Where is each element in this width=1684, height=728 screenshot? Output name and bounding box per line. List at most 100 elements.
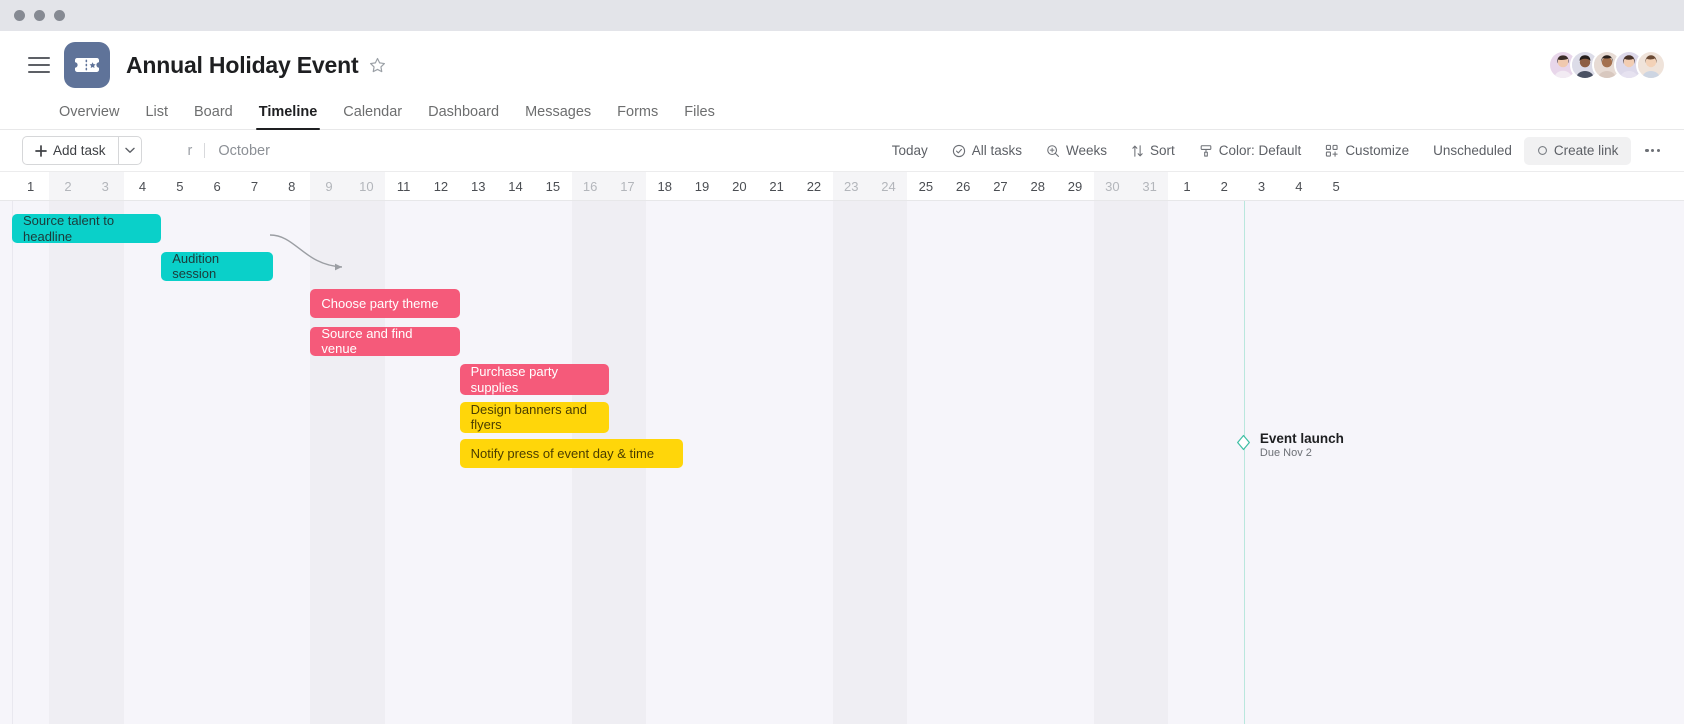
unscheduled-button[interactable]: Unscheduled: [1421, 137, 1524, 165]
color-button[interactable]: Color: Default: [1187, 137, 1314, 165]
ruler-day: 4: [1295, 179, 1303, 194]
weekend-column: [49, 201, 87, 724]
tab-forms[interactable]: Forms: [604, 104, 671, 129]
minimize-window-button[interactable]: [34, 10, 45, 21]
ruler-day: 8: [288, 179, 296, 194]
tab-dashboard[interactable]: Dashboard: [415, 104, 512, 129]
paint-icon: [1200, 144, 1212, 157]
task-bar-label: Choose party theme: [321, 295, 439, 311]
task-bar-label: Source talent to headline: [23, 214, 115, 243]
ruler-day: 25: [918, 179, 934, 194]
weekend-column: [869, 201, 908, 724]
task-bar-label: Purchase party supplies: [470, 364, 559, 395]
milestone-diamond-icon: [1235, 434, 1252, 456]
task-bar-audition-session[interactable]: Audition session: [161, 251, 274, 281]
task-bar-design-banners-and-flyers[interactable]: Design banners and flyers: [459, 401, 609, 433]
zoom-icon: [1047, 144, 1059, 157]
member-avatars: [1548, 50, 1666, 80]
check-circle-icon: [952, 144, 965, 157]
ruler-day: 29: [1067, 179, 1083, 194]
task-bar-label: Source and find venue: [321, 326, 413, 356]
milestone-line: [1243, 201, 1246, 724]
create-link-button[interactable]: Create link: [1523, 136, 1632, 165]
ruler-day: 21: [769, 179, 784, 194]
all-tasks-label: All tasks: [971, 143, 1022, 158]
toolbar-actions: Today All tasks Weeks Sort Color: Defaul…: [880, 136, 1668, 165]
ruler-day: 9: [310, 172, 348, 200]
month-navigator: r October: [188, 143, 270, 159]
month-current-label: October: [218, 142, 270, 159]
ruler-day: 1: [1183, 179, 1191, 194]
ruler-day: 18: [657, 179, 672, 194]
task-bar-choose-party-theme[interactable]: Choose party theme: [310, 289, 460, 318]
weekend-column: [1093, 201, 1131, 724]
plus-icon: [35, 144, 47, 157]
avatar[interactable]: [1636, 50, 1666, 80]
milestone-due-label: Due Nov 2: [1259, 447, 1312, 459]
hamburger-icon[interactable]: [28, 57, 50, 73]
view-tabs: Overview List Board Timeline Calendar Da…: [0, 99, 1684, 130]
task-bar-source-talent-to-headline[interactable]: Source talent to headline: [12, 214, 162, 243]
weekend-column: [347, 201, 385, 724]
customize-button[interactable]: Customize: [1313, 137, 1421, 165]
tab-messages[interactable]: Messages: [512, 104, 604, 129]
add-task-button[interactable]: Add task: [22, 136, 118, 165]
ruler-day: 19: [694, 179, 710, 194]
task-bar-purchase-party-supplies[interactable]: Purchase party supplies: [459, 364, 609, 395]
task-bar-source-and-find-venue[interactable]: Source and find venue: [310, 326, 460, 356]
tab-board[interactable]: Board: [181, 104, 246, 129]
add-task-label: Add task: [53, 143, 106, 158]
sort-arrows-icon: [1132, 144, 1143, 157]
ticket-icon: [64, 42, 110, 88]
ruler-day: 20: [732, 179, 747, 194]
ruler-day: 31: [1131, 172, 1169, 200]
tab-calendar[interactable]: Calendar: [330, 104, 415, 129]
grid-plus-icon: [1326, 144, 1338, 157]
ruler-day: 30: [1093, 172, 1131, 200]
customize-label: Customize: [1345, 143, 1410, 158]
today-button[interactable]: Today: [880, 137, 940, 165]
ruler-day: 26: [955, 179, 971, 194]
month-previous-label: r: [187, 142, 193, 159]
ruler-day: 23: [832, 172, 870, 200]
ruler-day: 2: [1220, 179, 1228, 194]
star-outline-icon[interactable]: [369, 57, 386, 74]
ellipsis-icon[interactable]: [1631, 148, 1668, 153]
create-link-label: Create link: [1553, 143, 1619, 158]
all-tasks-filter-button[interactable]: All tasks: [940, 137, 1034, 165]
circle-icon: [1537, 146, 1547, 155]
tab-overview[interactable]: Overview: [46, 104, 132, 129]
grid-line: [12, 201, 13, 724]
tab-files[interactable]: Files: [671, 104, 728, 129]
tab-list[interactable]: List: [132, 104, 181, 129]
ruler-day: 13: [471, 179, 486, 194]
ruler-day: 5: [176, 179, 184, 194]
ruler-day: 6: [213, 179, 221, 194]
date-ruler: 1 2 3 4 5 6 7 8 9 10 11 12 13 14 15 16 17 18 19 20 21 22 23 24 2…: [0, 172, 1684, 201]
today-label: Today: [891, 143, 928, 158]
ruler-day: 28: [1030, 179, 1045, 194]
window-chrome: [0, 0, 1684, 31]
unscheduled-label: Unscheduled: [1433, 143, 1512, 158]
weeks-label: Weeks: [1065, 143, 1107, 158]
tab-timeline[interactable]: Timeline: [246, 104, 331, 130]
weekend-column: [86, 201, 124, 724]
ruler-day: 2: [49, 172, 87, 200]
add-task-dropdown-button[interactable]: [117, 136, 142, 165]
ruler-day: 1: [27, 179, 35, 194]
sort-button[interactable]: Sort: [1119, 137, 1187, 165]
chevron-down-icon: [124, 147, 135, 153]
maximize-window-button[interactable]: [54, 10, 65, 21]
task-bar-label: Audition session: [172, 251, 220, 281]
timeline-canvas[interactable]: Source talent to headline Audition sessio…: [0, 201, 1684, 724]
sort-label: Sort: [1150, 143, 1175, 158]
weekend-column: [1131, 201, 1169, 724]
milestone-event-launch[interactable]: Event launch Due Nov 2: [1235, 431, 1344, 459]
add-task-group: Add task: [22, 136, 142, 165]
zoom-weeks-button[interactable]: Weeks: [1034, 137, 1119, 165]
ruler-day: 10: [347, 172, 385, 200]
weekend-column: [832, 201, 870, 724]
task-bar-notify-press-of-event-day-time[interactable]: Notify press of event day & time: [459, 439, 684, 468]
ruler-day: 15: [545, 179, 561, 194]
close-window-button[interactable]: [14, 10, 25, 21]
